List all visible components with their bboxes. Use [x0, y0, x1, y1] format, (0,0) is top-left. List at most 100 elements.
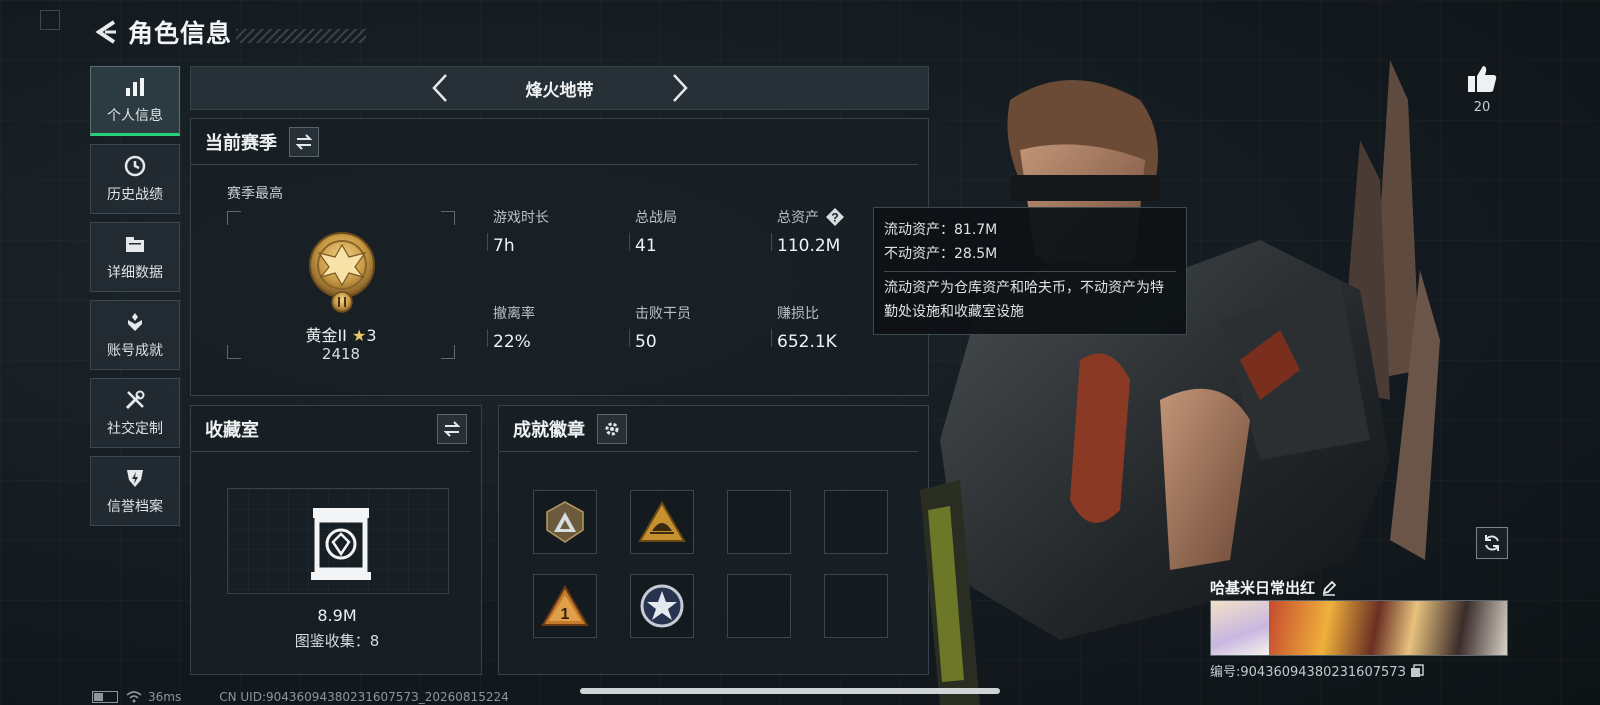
collection-panel: 收藏室 8.9M 图鉴收集：8 [190, 405, 482, 675]
season-switch-button[interactable] [289, 126, 319, 157]
chevron-right-icon [672, 74, 688, 102]
tooltip-fixed-assets: 不动资产：28.5M [884, 246, 998, 262]
stat-value: 652.1K [777, 332, 837, 352]
title-decoration [236, 29, 367, 43]
stat-value: 7h [493, 236, 515, 256]
thumbs-up-icon [1468, 66, 1497, 92]
stat-extract-rate: 撤离率 22% [487, 303, 613, 352]
badge-slot-empty[interactable] [727, 490, 791, 554]
collection-count-value: 8 [369, 632, 380, 650]
nav-label: 详细数据 [107, 265, 163, 281]
player-name[interactable]: 哈基米日常出红 [1210, 577, 1337, 598]
avatar [1211, 601, 1269, 655]
triangle-one-badge-icon: 1 [541, 585, 589, 626]
ping-value: 36ms [148, 690, 182, 704]
stat-label: 总战局 [635, 210, 677, 226]
nav-label: 个人信息 [107, 108, 163, 124]
mode-selector: 烽火地带 [190, 66, 929, 110]
star-round-badge-icon [640, 584, 684, 628]
nav-item-reputation[interactable]: 信誉档案 [90, 456, 180, 526]
shield-icon [123, 466, 147, 490]
rank-name: 黄金II ★3 [227, 322, 455, 346]
badge-slot[interactable]: 1 [533, 574, 597, 638]
svg-text:?: ? [831, 211, 838, 225]
nav-label: 历史战绩 [107, 187, 163, 203]
badges-header: 成就徽章 [499, 406, 918, 452]
achievement-icon [123, 310, 147, 334]
season-best-label: 赛季最高 [227, 186, 283, 202]
season-header: 当前赛季 [191, 119, 918, 165]
season-panel: 当前赛季 赛季最高 黄金II ★3 2418 游戏时长 7h 总战局 41 总资… [190, 118, 929, 396]
refresh-button[interactable] [1476, 527, 1508, 559]
stat-label-text: 总资产 [777, 210, 819, 226]
page-header: 角色信息 [92, 14, 367, 50]
copy-icon[interactable] [1410, 663, 1424, 678]
stat-label: 撤离率 [493, 306, 535, 322]
badges-settings-button[interactable] [597, 413, 627, 444]
tooltip-description: 流动资产为仓库资产和哈夫币，不动资产为特勤处设施和收藏室设施 [884, 280, 1164, 320]
triangle-dome-badge-icon [638, 501, 686, 542]
mode-name: 烽火地带 [525, 80, 594, 101]
status-footer: 36ms CN UID:9043609438023160757З_2026081… [92, 689, 509, 705]
assets-tooltip: 流动资产：81.7M 不动资产：28.5M 流动资产为仓库资产和哈夫币，不动资产… [873, 207, 1187, 335]
player-name-text: 哈基米日常出红 [1210, 579, 1316, 597]
like-count: 20 [1473, 100, 1491, 115]
tooltip-liquid-assets: 流动资产：81.7M [884, 222, 998, 238]
nav-label: 账号成就 [107, 343, 163, 359]
chevron-left-icon [431, 74, 447, 102]
player-id-text: 编号:9043609438023160757З [1210, 665, 1406, 680]
mode-prev-button[interactable] [420, 68, 460, 108]
collection-value: 8.9M [317, 606, 357, 625]
tools-icon [123, 388, 147, 412]
stat-play-time: 游戏时长 7h [487, 207, 613, 256]
nav-item-details[interactable]: 详细数据 [90, 222, 180, 292]
rank-score: 2418 [321, 345, 361, 363]
player-id: 编号:9043609438023160757З [1210, 661, 1424, 680]
collection-header: 收藏室 [191, 406, 471, 452]
gold-rank-emblem-icon [309, 232, 375, 313]
nav-item-social[interactable]: 社交定制 [90, 378, 180, 448]
battery-icon [92, 691, 118, 703]
rank-stars: 3 [366, 326, 377, 345]
gear-icon [605, 422, 619, 435]
badge-slot[interactable] [630, 574, 694, 638]
home-indicator[interactable] [580, 688, 1000, 694]
badge-slot-empty[interactable] [824, 574, 888, 638]
badge-slot[interactable] [533, 490, 597, 554]
badge-slot-empty[interactable] [727, 574, 791, 638]
stat-total-matches: 总战局 41 [629, 207, 755, 256]
collection-count: 图鉴收集：8 [191, 630, 483, 651]
collection-title: 收藏室 [205, 419, 259, 441]
rank-tier: 黄金II [305, 326, 347, 345]
banner-image [1269, 601, 1507, 655]
nav-label: 社交定制 [107, 421, 163, 437]
nav-item-personal-info[interactable]: 个人信息 [90, 66, 180, 136]
swap-icon [443, 420, 461, 437]
display-case-icon [311, 508, 371, 580]
bar-chart-icon [123, 75, 147, 99]
edit-icon[interactable] [1321, 580, 1337, 596]
collection-switch-button[interactable] [437, 413, 467, 444]
help-icon[interactable]: ? [825, 207, 845, 227]
rank-frame: 黄金II ★3 2418 [227, 211, 455, 363]
collection-count-label: 图鉴收集： [294, 632, 370, 650]
star-icon: ★ [352, 326, 367, 345]
folder-icon [123, 232, 147, 256]
triangle-silver-badge-icon [546, 501, 584, 543]
stat-value: 41 [635, 236, 657, 256]
nav-item-achievements[interactable]: 账号成就 [90, 300, 180, 370]
like-widget[interactable]: 20 [1462, 64, 1502, 115]
side-nav: 个人信息 历史战绩 详细数据 账号成就 社交定制 信誉档案 [90, 66, 180, 534]
stat-value: 22% [493, 332, 531, 352]
back-arrow-icon [95, 20, 116, 44]
stat-value: 50 [635, 332, 657, 352]
back-button[interactable] [92, 17, 122, 47]
clock-icon [123, 154, 147, 178]
badge-slot[interactable] [630, 490, 694, 554]
stat-kills: 击败干员 50 [629, 303, 755, 352]
wifi-icon [126, 691, 142, 703]
mode-next-button[interactable] [660, 68, 700, 108]
nav-item-history[interactable]: 历史战绩 [90, 144, 180, 214]
player-banner[interactable] [1210, 600, 1508, 656]
badge-slot-empty[interactable] [824, 490, 888, 554]
